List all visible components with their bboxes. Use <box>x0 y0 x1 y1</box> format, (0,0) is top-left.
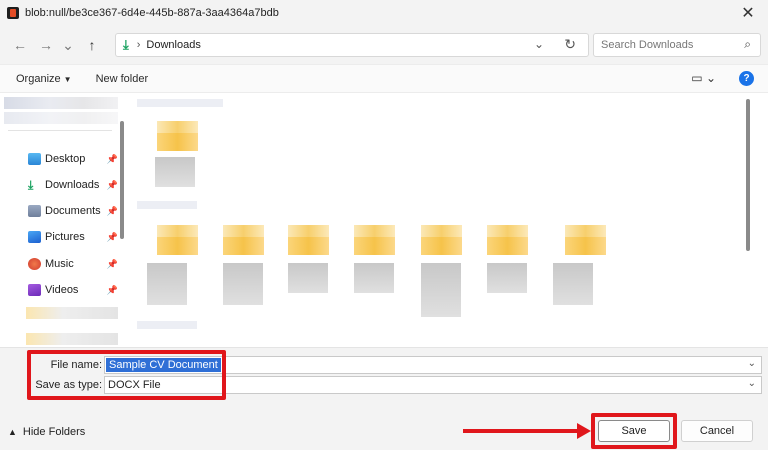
save-panel: File name: Sample CV Document ⌄ Save as … <box>0 347 768 450</box>
blurred-file-name <box>354 263 394 293</box>
download-icon: ⤓ <box>123 37 129 52</box>
sidebar-item-videos[interactable]: Videos 📌 <box>28 280 118 300</box>
chevron-up-icon: ▲ <box>8 427 17 437</box>
new-folder-button[interactable]: New folder <box>96 73 149 85</box>
close-icon[interactable]: ✕ <box>738 3 758 23</box>
cancel-button[interactable]: Cancel <box>681 420 753 442</box>
desktop-icon <box>28 153 41 165</box>
blurred-folder[interactable] <box>157 121 198 151</box>
breadcrumb-downloads[interactable]: Downloads <box>146 39 200 51</box>
blurred-file-name <box>421 263 461 317</box>
blurred-folder[interactable] <box>487 225 528 255</box>
back-arrow-icon[interactable]: ← <box>9 37 31 53</box>
title-bar: blob:null/be3ce367-6d4e-445b-887a-3aa436… <box>0 0 768 26</box>
pin-icon[interactable]: 📌 <box>107 285 118 296</box>
sidebar-item-label: Pictures <box>45 231 85 243</box>
annotation-arrow <box>463 429 581 433</box>
search-icon[interactable]: ⌕ <box>744 37 751 52</box>
sidebar-item-pictures[interactable]: Pictures 📌 <box>28 227 118 247</box>
breadcrumb-separator-icon: › <box>136 39 141 51</box>
organize-menu[interactable]: Organize ▼ <box>16 73 72 85</box>
navigation-pane: Desktop 📌 ⤓ Downloads 📌 Documents 📌 Pict… <box>0 93 127 347</box>
divider <box>8 130 112 131</box>
blurred-folder[interactable] <box>421 225 462 255</box>
pin-icon[interactable]: 📌 <box>107 180 118 191</box>
blurred-folder[interactable] <box>565 225 606 255</box>
blurred-group-header <box>137 321 197 329</box>
pin-icon[interactable]: 📌 <box>107 154 118 165</box>
blurred-file-name <box>288 263 328 293</box>
sidebar-item-downloads[interactable]: ⤓ Downloads 📌 <box>28 175 118 195</box>
app-icon <box>7 7 19 19</box>
blurred-group-header <box>137 99 223 107</box>
sidebar-item-label: Videos <box>45 284 79 296</box>
sidebar-item-label: Documents <box>45 205 101 217</box>
sidebar-item-desktop[interactable]: Desktop 📌 <box>28 149 118 169</box>
sidebar-item-label: Music <box>45 258 74 270</box>
search-box[interactable]: Search Downloads ⌕ <box>593 33 761 57</box>
annotation-highlight-box <box>591 413 677 449</box>
blurred-item <box>4 112 118 124</box>
blurred-file-name <box>147 263 187 305</box>
pin-icon[interactable]: 📌 <box>107 259 118 270</box>
blurred-file-name <box>487 263 527 293</box>
documents-icon <box>28 205 41 217</box>
blurred-folder[interactable] <box>223 225 264 255</box>
annotation-highlight-box <box>27 350 226 400</box>
blurred-folder[interactable] <box>354 225 395 255</box>
sidebar-item-documents[interactable]: Documents 📌 <box>28 201 118 221</box>
refresh-icon[interactable]: ↻ <box>564 36 576 53</box>
blurred-file-name <box>553 263 593 305</box>
address-bar[interactable]: ⤓ › Downloads ⌄ ↻ <box>115 33 589 57</box>
window-title: blob:null/be3ce367-6d4e-445b-887a-3aa436… <box>25 7 279 19</box>
content-scrollbar[interactable] <box>746 99 750 251</box>
view-options-icon[interactable]: ▭ ⌄ <box>691 71 716 85</box>
hide-folders-button[interactable]: ▲ Hide Folders <box>8 426 85 438</box>
sidebar-item-label: Desktop <box>45 153 86 165</box>
videos-icon <box>28 284 41 296</box>
sidebar-scrollbar[interactable] <box>120 121 124 239</box>
command-bar: Organize ▼ New folder ▭ ⌄ ? <box>0 64 768 93</box>
chevron-down-icon[interactable]: ⌄ <box>748 378 756 389</box>
annotation-arrow-head <box>577 423 591 439</box>
blurred-item <box>26 307 118 319</box>
forward-arrow-icon[interactable]: → <box>35 37 57 53</box>
pin-icon[interactable]: 📌 <box>107 206 118 217</box>
organize-label: Organize <box>16 72 61 85</box>
hide-folders-label: Hide Folders <box>22 426 86 438</box>
up-arrow-icon[interactable]: ↑ <box>81 37 103 53</box>
navigation-bar: ← → ⌄ ↑ ⤓ › Downloads ⌄ ↻ Search Downloa… <box>0 26 768 64</box>
chevron-down-icon[interactable]: ⌄ <box>748 358 756 369</box>
help-icon[interactable]: ? <box>739 71 754 86</box>
address-dropdown-icon[interactable]: ⌄ <box>534 37 544 51</box>
blurred-group-header <box>137 201 197 209</box>
caret-down-icon: ▼ <box>63 74 72 84</box>
history-chevron-icon[interactable]: ⌄ <box>57 37 79 54</box>
pin-icon[interactable]: 📌 <box>107 232 118 243</box>
file-list <box>127 93 768 347</box>
search-input[interactable]: Search Downloads <box>601 39 693 51</box>
blurred-file-name <box>223 263 263 305</box>
music-icon <box>28 258 41 270</box>
blurred-folder[interactable] <box>288 225 329 255</box>
blurred-item <box>4 97 118 109</box>
sidebar-item-label: Downloads <box>45 179 100 191</box>
download-icon: ⤓ <box>28 178 34 192</box>
pictures-icon <box>28 231 41 243</box>
sidebar-item-music[interactable]: Music 📌 <box>28 254 118 274</box>
blurred-file-name <box>155 157 195 187</box>
blurred-folder[interactable] <box>157 225 198 255</box>
blurred-item <box>26 333 118 345</box>
